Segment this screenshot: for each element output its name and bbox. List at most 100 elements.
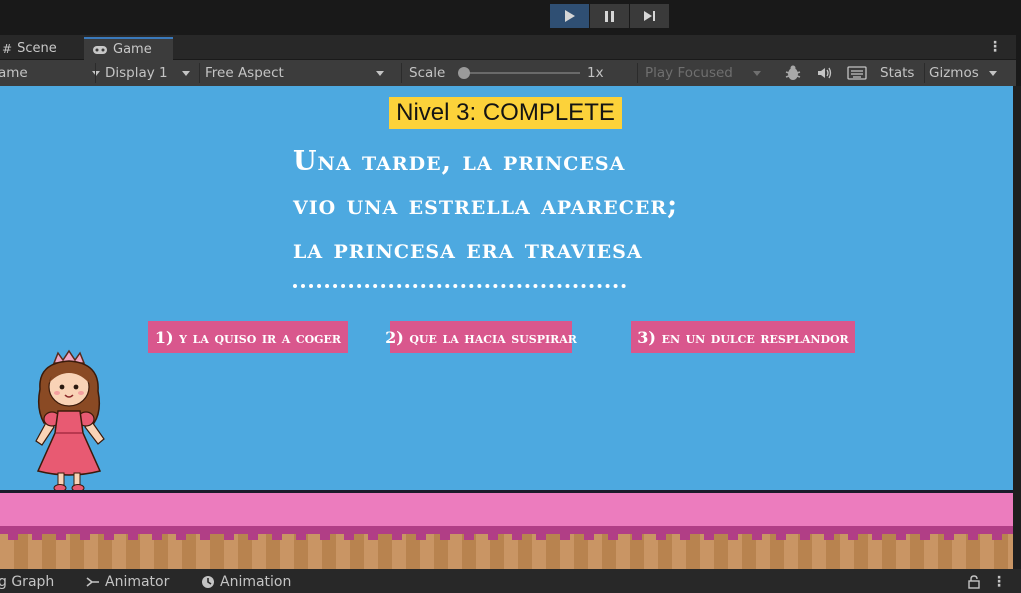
tab-game[interactable]: Game (84, 37, 173, 60)
frosting-drip (8, 526, 18, 540)
pause-button[interactable] (590, 4, 629, 28)
view-tab-bar: # Scene Game ⋮ (0, 35, 1016, 60)
audio-mute-icon[interactable] (816, 60, 834, 86)
frosting-drip (248, 526, 258, 540)
frosting-drip (680, 526, 690, 540)
game-viewport[interactable]: Nivel 3: COMPLETE Una tarde, la princesa… (0, 86, 1013, 569)
step-button[interactable] (630, 4, 669, 28)
play-button[interactable] (550, 4, 589, 28)
frosting-drip (920, 526, 930, 540)
frosting-drip (584, 526, 594, 540)
frosting-drip (608, 526, 618, 540)
frosting-drip (896, 526, 906, 540)
animator-icon (86, 577, 99, 587)
answer-option-3-button[interactable]: 3) en un dulce resplandor (631, 321, 855, 353)
tab-graph[interactable]: g Graph (0, 572, 54, 592)
chevron-down-icon (181, 70, 190, 76)
frosting-drip (656, 526, 666, 540)
poem-text: Una tarde, la princesa vio una estrella … (293, 140, 678, 272)
step-icon (644, 11, 655, 21)
hash-icon: # (2, 41, 13, 56)
tab-options-icon[interactable]: ⋮ (988, 39, 1002, 55)
aspect-dropdown[interactable]: Free Aspect (205, 60, 384, 86)
frosting-drip (32, 526, 42, 540)
display-dropdown[interactable]: Display 1 (105, 60, 190, 86)
chevron-down-icon (752, 70, 761, 76)
answer-option-1-button[interactable]: 1) y la quiso ir a coger (148, 321, 348, 353)
tab-scene[interactable]: # Scene (0, 37, 80, 60)
frosting-drip (632, 526, 642, 540)
frosting-drip (872, 526, 882, 540)
frosting-drip (320, 526, 330, 540)
scale-slider-handle[interactable] (458, 67, 470, 79)
tab-animation-label: Animation (220, 574, 292, 590)
frosting-drip (704, 526, 714, 540)
tab-animator[interactable]: Animator (86, 572, 169, 592)
frosting-drip (440, 526, 450, 540)
frosting-drip (176, 526, 186, 540)
scale-label: Scale (409, 65, 446, 81)
play-focus-dropdown[interactable]: Play Focused (645, 60, 761, 86)
frosting-drip (848, 526, 858, 540)
bottom-tab-bar: g Graph Animator Animation ⋮ (0, 569, 1021, 593)
frosting-drip (224, 526, 234, 540)
poem-line: la princesa era traviesa (293, 234, 643, 265)
princess-character (35, 349, 105, 492)
tab-animation[interactable]: Animation (201, 572, 291, 592)
frosting-drip (992, 526, 1002, 540)
unity-editor: # Scene Game ⋮ ame Display 1 Free Aspect (0, 0, 1021, 593)
frosting-drip (800, 526, 810, 540)
frosting-drip (560, 526, 570, 540)
main-toolbar (0, 0, 1021, 35)
frosting-drip (296, 526, 306, 540)
answer-blank-line (293, 284, 626, 288)
tab-game-label: Game (113, 42, 152, 57)
frosting-drip (728, 526, 738, 540)
gamepad-icon (93, 45, 107, 54)
animation-clock-icon (202, 576, 214, 588)
pause-icon (605, 10, 614, 22)
play-focus-value: Play Focused (645, 65, 733, 81)
frosting-drip (56, 526, 66, 540)
frosting-drip (368, 526, 378, 540)
poem-line: Una tarde, la princesa (293, 146, 626, 177)
level-status-badge: Nivel 3: COMPLETE (389, 97, 622, 129)
poem-line: vio una estrella aparecer; (293, 190, 679, 221)
frosting-drip (152, 526, 162, 540)
ground-frosting (0, 490, 1013, 526)
viewport-edge (1013, 86, 1021, 569)
game-view-toolbar: ame Display 1 Free Aspect Scale 1x Play … (0, 60, 1016, 86)
frosting-drip (536, 526, 546, 540)
frosting-drip (464, 526, 474, 540)
lock-icon[interactable] (968, 572, 980, 592)
frosting-drip (128, 526, 138, 540)
tab-graph-label: g Graph (0, 574, 55, 590)
tab-animator-label: Animator (105, 574, 170, 590)
frosting-drip (392, 526, 402, 540)
frosting-drip (512, 526, 522, 540)
chevron-down-icon (375, 70, 384, 76)
panel-options-icon[interactable]: ⋮ (992, 572, 1006, 592)
tab-scene-label: Scene (17, 41, 57, 56)
frosting-drip (416, 526, 426, 540)
game-mode-dropdown[interactable]: ame (0, 60, 100, 86)
frosting-drip (968, 526, 978, 540)
gizmos-dropdown[interactable]: Gizmos (929, 60, 997, 86)
playmode-controls (550, 4, 669, 28)
stats-button[interactable]: Stats (880, 60, 914, 86)
frosting-drip (944, 526, 954, 540)
game-mode-value: ame (0, 65, 28, 81)
frosting-drip (344, 526, 354, 540)
frosting-drip (104, 526, 114, 540)
display-value: Display 1 (105, 65, 168, 81)
frosting-drip (200, 526, 210, 540)
keyboard-icon[interactable] (847, 60, 867, 86)
play-icon (564, 10, 575, 22)
frosting-drip (80, 526, 90, 540)
bug-icon[interactable] (784, 60, 802, 86)
answer-option-2-button[interactable]: 2) que la hacia suspirar (385, 321, 577, 353)
scale-slider-track[interactable] (462, 72, 580, 74)
frosting-drip (272, 526, 282, 540)
scale-value: 1x (587, 65, 604, 81)
chevron-down-icon (988, 70, 997, 76)
